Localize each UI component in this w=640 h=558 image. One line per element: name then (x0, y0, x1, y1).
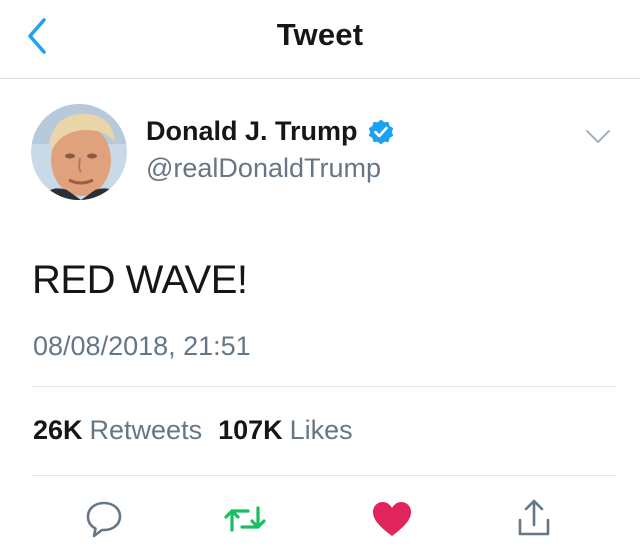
author-name[interactable]: Donald J. Trump (146, 116, 395, 147)
like-heart-icon (373, 502, 411, 536)
retweet-icon (224, 506, 266, 532)
tweet-timestamp: 08/08/2018, 21:51 (33, 331, 251, 361)
likes-label: Likes (289, 415, 353, 445)
retweets-stat[interactable]: 26K Retweets (33, 415, 202, 446)
verified-badge-icon (368, 119, 393, 144)
likes-count: 107K (218, 415, 283, 445)
tweet-stats: 26K Retweets 107K Likes (33, 415, 353, 446)
page-title: Tweet (276, 17, 364, 52)
like-button[interactable] (369, 496, 415, 542)
author-name-text: Donald J. Trump (146, 116, 358, 146)
share-icon (518, 499, 550, 536)
likes-stat[interactable]: 107K Likes (218, 415, 353, 446)
reply-button[interactable] (81, 496, 127, 542)
author-handle[interactable]: @realDonaldTrump (146, 153, 381, 184)
chevron-down-icon (586, 130, 610, 143)
avatar[interactable] (31, 104, 127, 200)
retweets-count: 26K (33, 415, 83, 445)
divider (32, 475, 616, 476)
tweet-options-button[interactable] (584, 128, 612, 146)
nav-header: Tweet (0, 0, 640, 79)
tweet-text: RED WAVE! (32, 258, 248, 302)
retweet-button[interactable] (222, 496, 268, 542)
reply-icon (86, 501, 122, 538)
divider (32, 386, 616, 387)
share-button[interactable] (511, 496, 557, 542)
retweets-label: Retweets (89, 415, 203, 445)
